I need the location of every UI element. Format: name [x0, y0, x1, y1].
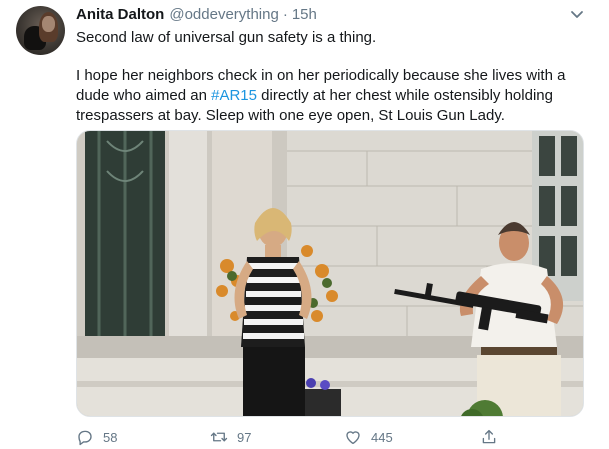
tweet-text-paragraph: I hope her neighbors check in on her per…: [76, 66, 596, 126]
tweet[interactable]: Anita Dalton @oddeverything · 15h Second…: [0, 0, 609, 449]
tweet-actions: 58 97 445: [76, 426, 596, 448]
share-icon: [482, 429, 496, 444]
author-name[interactable]: Anita Dalton: [76, 6, 164, 23]
separator-dot: ·: [282, 6, 288, 23]
reply-button[interactable]: 58: [76, 426, 117, 448]
tweet-header: Anita Dalton @oddeverything · 15h: [76, 6, 317, 26]
tweet-timestamp[interactable]: 15h: [292, 6, 317, 23]
avatar-face: [42, 16, 55, 32]
avatar[interactable]: [16, 6, 65, 55]
heart-icon: [346, 431, 360, 445]
retweet-button[interactable]: 97: [210, 426, 251, 448]
like-count: 445: [371, 429, 393, 445]
share-button[interactable]: [480, 426, 507, 448]
retweet-icon: [210, 432, 228, 442]
retweet-count: 97: [237, 429, 252, 445]
tweet-photo[interactable]: [76, 130, 584, 417]
like-button[interactable]: 445: [344, 426, 393, 448]
hashtag-link[interactable]: #AR15: [211, 87, 257, 104]
chevron-down-icon[interactable]: [570, 10, 584, 20]
author-handle[interactable]: @oddeverything: [169, 6, 278, 23]
tweet-text-line1: Second law of universal gun safety is a …: [76, 29, 377, 46]
reply-count: 58: [103, 429, 118, 445]
reply-icon: [78, 430, 92, 446]
